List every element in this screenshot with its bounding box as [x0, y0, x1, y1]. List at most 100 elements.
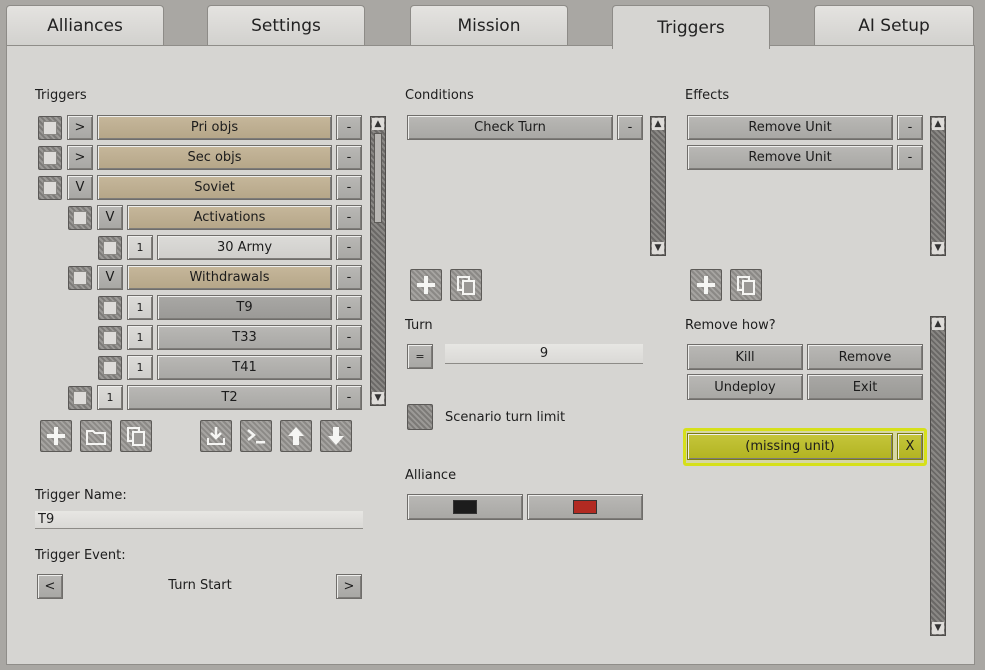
trigger-index: 1 — [127, 325, 153, 350]
tab-alliances[interactable]: Alliances — [6, 5, 164, 45]
trigger-expand-button[interactable]: > — [67, 145, 93, 170]
remove-how-exit-button[interactable]: Exit — [807, 374, 923, 400]
scroll-thumb[interactable] — [374, 133, 382, 223]
scroll-down-icon[interactable]: ▼ — [932, 242, 944, 254]
trigger-index: 1 — [127, 295, 153, 320]
move-down-button[interactable] — [320, 420, 352, 452]
conditions-scrollbar[interactable]: ▲ ▼ — [650, 116, 666, 256]
scroll-down-icon[interactable]: ▼ — [372, 392, 384, 404]
trigger-name-label: Trigger Name: — [35, 488, 127, 503]
effect-item-remove-unit[interactable]: Remove Unit — [687, 115, 893, 140]
condition-remove-button[interactable]: - — [617, 115, 643, 140]
trigger-index: 1 — [127, 355, 153, 380]
add-trigger-button[interactable] — [40, 420, 72, 452]
trigger-event-value: Turn Start — [168, 578, 232, 593]
trigger-item-withdrawals[interactable]: Withdrawals — [127, 265, 332, 290]
trigger-remove-button[interactable]: - — [336, 205, 362, 230]
trigger-remove-button[interactable]: - — [336, 235, 362, 260]
scroll-up-icon[interactable]: ▲ — [372, 118, 384, 130]
scroll-down-icon[interactable]: ▼ — [932, 622, 944, 634]
trigger-checkbox[interactable] — [98, 356, 122, 380]
trigger-collapse-button[interactable]: V — [97, 205, 123, 230]
effects-scrollbar[interactable]: ▲ ▼ — [930, 116, 946, 256]
turn-operator-button[interactable]: = — [407, 344, 433, 369]
add-condition-button[interactable] — [410, 269, 442, 301]
add-folder-button[interactable] — [80, 420, 112, 452]
console-button[interactable] — [240, 420, 272, 452]
turn-value-input[interactable]: 9 — [445, 344, 643, 364]
effect-item-remove-unit[interactable]: Remove Unit — [687, 145, 893, 170]
trigger-checkbox[interactable] — [38, 146, 62, 170]
missing-unit-clear-button[interactable]: X — [897, 433, 923, 460]
remove-how-kill-button[interactable]: Kill — [687, 344, 803, 370]
alliance-label: Alliance — [405, 468, 457, 483]
trigger-checkbox[interactable] — [98, 326, 122, 350]
unit-list-scrollbar[interactable]: ▲ ▼ — [930, 316, 946, 636]
trigger-item-t41[interactable]: T41 — [157, 355, 332, 380]
arrow-down-icon — [328, 427, 344, 445]
copy-icon — [737, 276, 755, 295]
trigger-index: 1 — [97, 385, 123, 410]
event-next-button[interactable]: > — [336, 574, 362, 599]
condition-item-check-turn[interactable]: Check Turn — [407, 115, 613, 140]
trigger-remove-button[interactable]: - — [336, 385, 362, 410]
trigger-remove-button[interactable]: - — [336, 295, 362, 320]
effect-remove-button[interactable]: - — [897, 115, 923, 140]
duplicate-trigger-button[interactable] — [120, 420, 152, 452]
trigger-checkbox[interactable] — [68, 386, 92, 410]
arrow-up-icon — [288, 427, 304, 445]
add-effect-button[interactable] — [690, 269, 722, 301]
trigger-name-input[interactable]: T9 — [35, 511, 363, 529]
conditions-label: Conditions — [405, 88, 474, 103]
trigger-checkbox[interactable] — [68, 206, 92, 230]
trigger-item-t33[interactable]: T33 — [157, 325, 332, 350]
alliance-red-button[interactable] — [527, 494, 643, 520]
trigger-checkbox[interactable] — [98, 296, 122, 320]
import-trigger-button[interactable] — [200, 420, 232, 452]
trigger-checkbox[interactable] — [38, 176, 62, 200]
trigger-checkbox[interactable] — [98, 236, 122, 260]
tab-mission[interactable]: Mission — [410, 5, 568, 45]
move-up-button[interactable] — [280, 420, 312, 452]
remove-how-label: Remove how? — [685, 318, 776, 333]
scroll-up-icon[interactable]: ▲ — [652, 118, 664, 130]
trigger-remove-button[interactable]: - — [336, 115, 362, 140]
trigger-remove-button[interactable]: - — [336, 145, 362, 170]
scroll-up-icon[interactable]: ▲ — [932, 118, 944, 130]
event-prev-button[interactable]: < — [37, 574, 63, 599]
trigger-item-30-army[interactable]: 30 Army — [157, 235, 332, 260]
alliance-black-button[interactable] — [407, 494, 523, 520]
trigger-event-label: Trigger Event: — [35, 548, 126, 563]
copy-icon — [457, 276, 475, 295]
copy-icon — [127, 427, 145, 446]
trigger-remove-button[interactable]: - — [336, 325, 362, 350]
trigger-checkbox[interactable] — [38, 116, 62, 140]
missing-unit-button[interactable]: (missing unit) — [687, 433, 893, 460]
remove-how-undeploy-button[interactable]: Undeploy — [687, 374, 803, 400]
duplicate-condition-button[interactable] — [450, 269, 482, 301]
trigger-item-sec-objs[interactable]: Sec objs — [97, 145, 332, 170]
remove-how-remove-button[interactable]: Remove — [807, 344, 923, 370]
trigger-checkbox[interactable] — [68, 266, 92, 290]
trigger-item-pri-objs[interactable]: Pri objs — [97, 115, 332, 140]
trigger-item-soviet[interactable]: Soviet — [97, 175, 332, 200]
trigger-remove-button[interactable]: - — [336, 175, 362, 200]
effect-remove-button[interactable]: - — [897, 145, 923, 170]
tab-settings[interactable]: Settings — [207, 5, 365, 45]
trigger-collapse-button[interactable]: V — [97, 265, 123, 290]
trigger-item-activations[interactable]: Activations — [127, 205, 332, 230]
scroll-down-icon[interactable]: ▼ — [652, 242, 664, 254]
trigger-index: 1 — [127, 235, 153, 260]
scenario-turn-limit-checkbox[interactable] — [407, 404, 433, 430]
scroll-up-icon[interactable]: ▲ — [932, 318, 944, 330]
trigger-collapse-button[interactable]: V — [67, 175, 93, 200]
duplicate-effect-button[interactable] — [730, 269, 762, 301]
trigger-item-t9[interactable]: T9 — [157, 295, 332, 320]
trigger-item-t2[interactable]: T2 — [127, 385, 332, 410]
tab-triggers[interactable]: Triggers — [612, 5, 770, 49]
trigger-remove-button[interactable]: - — [336, 265, 362, 290]
trigger-remove-button[interactable]: - — [336, 355, 362, 380]
tab-ai-setup[interactable]: AI Setup — [814, 5, 974, 45]
trigger-expand-button[interactable]: > — [67, 115, 93, 140]
triggers-scrollbar[interactable]: ▲ ▼ — [370, 116, 386, 406]
